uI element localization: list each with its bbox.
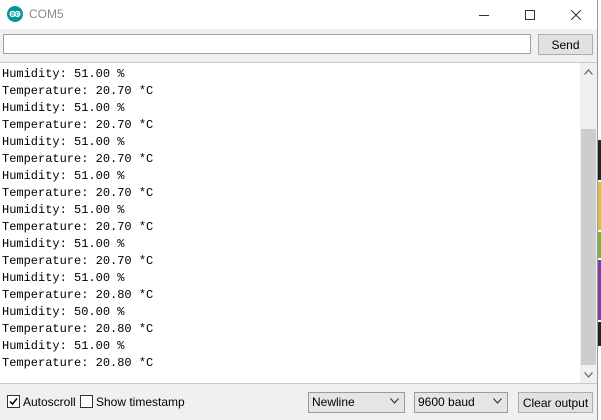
output-line: Temperature: 20.70 *C xyxy=(2,254,154,268)
vertical-scrollbar[interactable] xyxy=(580,63,597,383)
output-line: Humidity: 50.00 % xyxy=(2,305,125,319)
scroll-down-button[interactable] xyxy=(580,366,597,383)
output-line: Humidity: 51.00 % xyxy=(2,101,125,115)
output-line: Temperature: 20.70 *C xyxy=(2,186,154,200)
send-input[interactable] xyxy=(3,34,531,54)
serial-monitor-window: COM5 Send Humidity: 51.00 % Temperature: … xyxy=(0,0,598,420)
output-line: Humidity: 51.00 % xyxy=(2,237,125,251)
title-bar[interactable]: COM5 xyxy=(0,0,597,29)
output-line: Humidity: 51.00 % xyxy=(2,135,125,149)
scroll-thumb[interactable] xyxy=(581,129,596,365)
chevron-up-icon xyxy=(584,68,593,75)
serial-output[interactable]: Humidity: 51.00 % Temperature: 20.70 *C Hu… xyxy=(0,62,597,384)
output-line: Humidity: 51.00 % xyxy=(2,203,125,217)
output-line: Temperature: 20.70 *C xyxy=(2,152,154,166)
show-timestamp-checkbox[interactable] xyxy=(80,395,93,408)
minimize-button[interactable] xyxy=(461,0,507,29)
chevron-down-icon xyxy=(584,371,593,378)
minimize-icon xyxy=(479,14,489,16)
output-line: Temperature: 20.70 *C xyxy=(2,220,154,234)
baud-rate-select[interactable]: 9600 baud xyxy=(414,392,508,413)
baud-rate-value: 9600 baud xyxy=(418,395,475,409)
chevron-down-icon xyxy=(390,398,399,404)
maximize-icon xyxy=(525,9,535,20)
send-button[interactable]: Send xyxy=(538,34,593,55)
output-line: Temperature: 20.70 *C xyxy=(2,84,154,98)
output-line: Temperature: 20.80 *C xyxy=(2,322,154,336)
scroll-up-button[interactable] xyxy=(580,63,597,80)
line-ending-value: Newline xyxy=(312,395,355,409)
show-timestamp-label[interactable]: Show timestamp xyxy=(96,395,185,409)
output-line: Humidity: 51.00 % xyxy=(2,271,125,285)
output-line: Temperature: 20.80 *C xyxy=(2,356,154,370)
checkmark-icon xyxy=(9,398,18,406)
chevron-down-icon xyxy=(493,398,502,404)
close-icon xyxy=(571,9,581,20)
output-line: Temperature: 20.80 *C xyxy=(2,288,154,302)
output-line: Humidity: 51.00 % xyxy=(2,169,125,183)
maximize-button[interactable] xyxy=(507,0,553,29)
line-ending-select[interactable]: Newline xyxy=(308,392,405,413)
autoscroll-label[interactable]: Autoscroll xyxy=(23,395,76,409)
output-line: Temperature: 20.70 *C xyxy=(2,118,154,132)
output-lines: Humidity: 51.00 % Temperature: 20.70 *C Hu… xyxy=(2,66,153,372)
output-line: Humidity: 51.00 % xyxy=(2,67,125,81)
clear-output-button[interactable]: Clear output xyxy=(518,392,593,413)
output-line: Humidity: 51.00 % xyxy=(2,339,125,353)
arduino-logo-icon xyxy=(7,6,23,22)
window-title: COM5 xyxy=(29,7,64,21)
footer-bar: Autoscroll Show timestamp Newline 9600 b… xyxy=(0,385,597,420)
autoscroll-checkbox[interactable] xyxy=(7,395,20,408)
close-button[interactable] xyxy=(553,0,599,29)
